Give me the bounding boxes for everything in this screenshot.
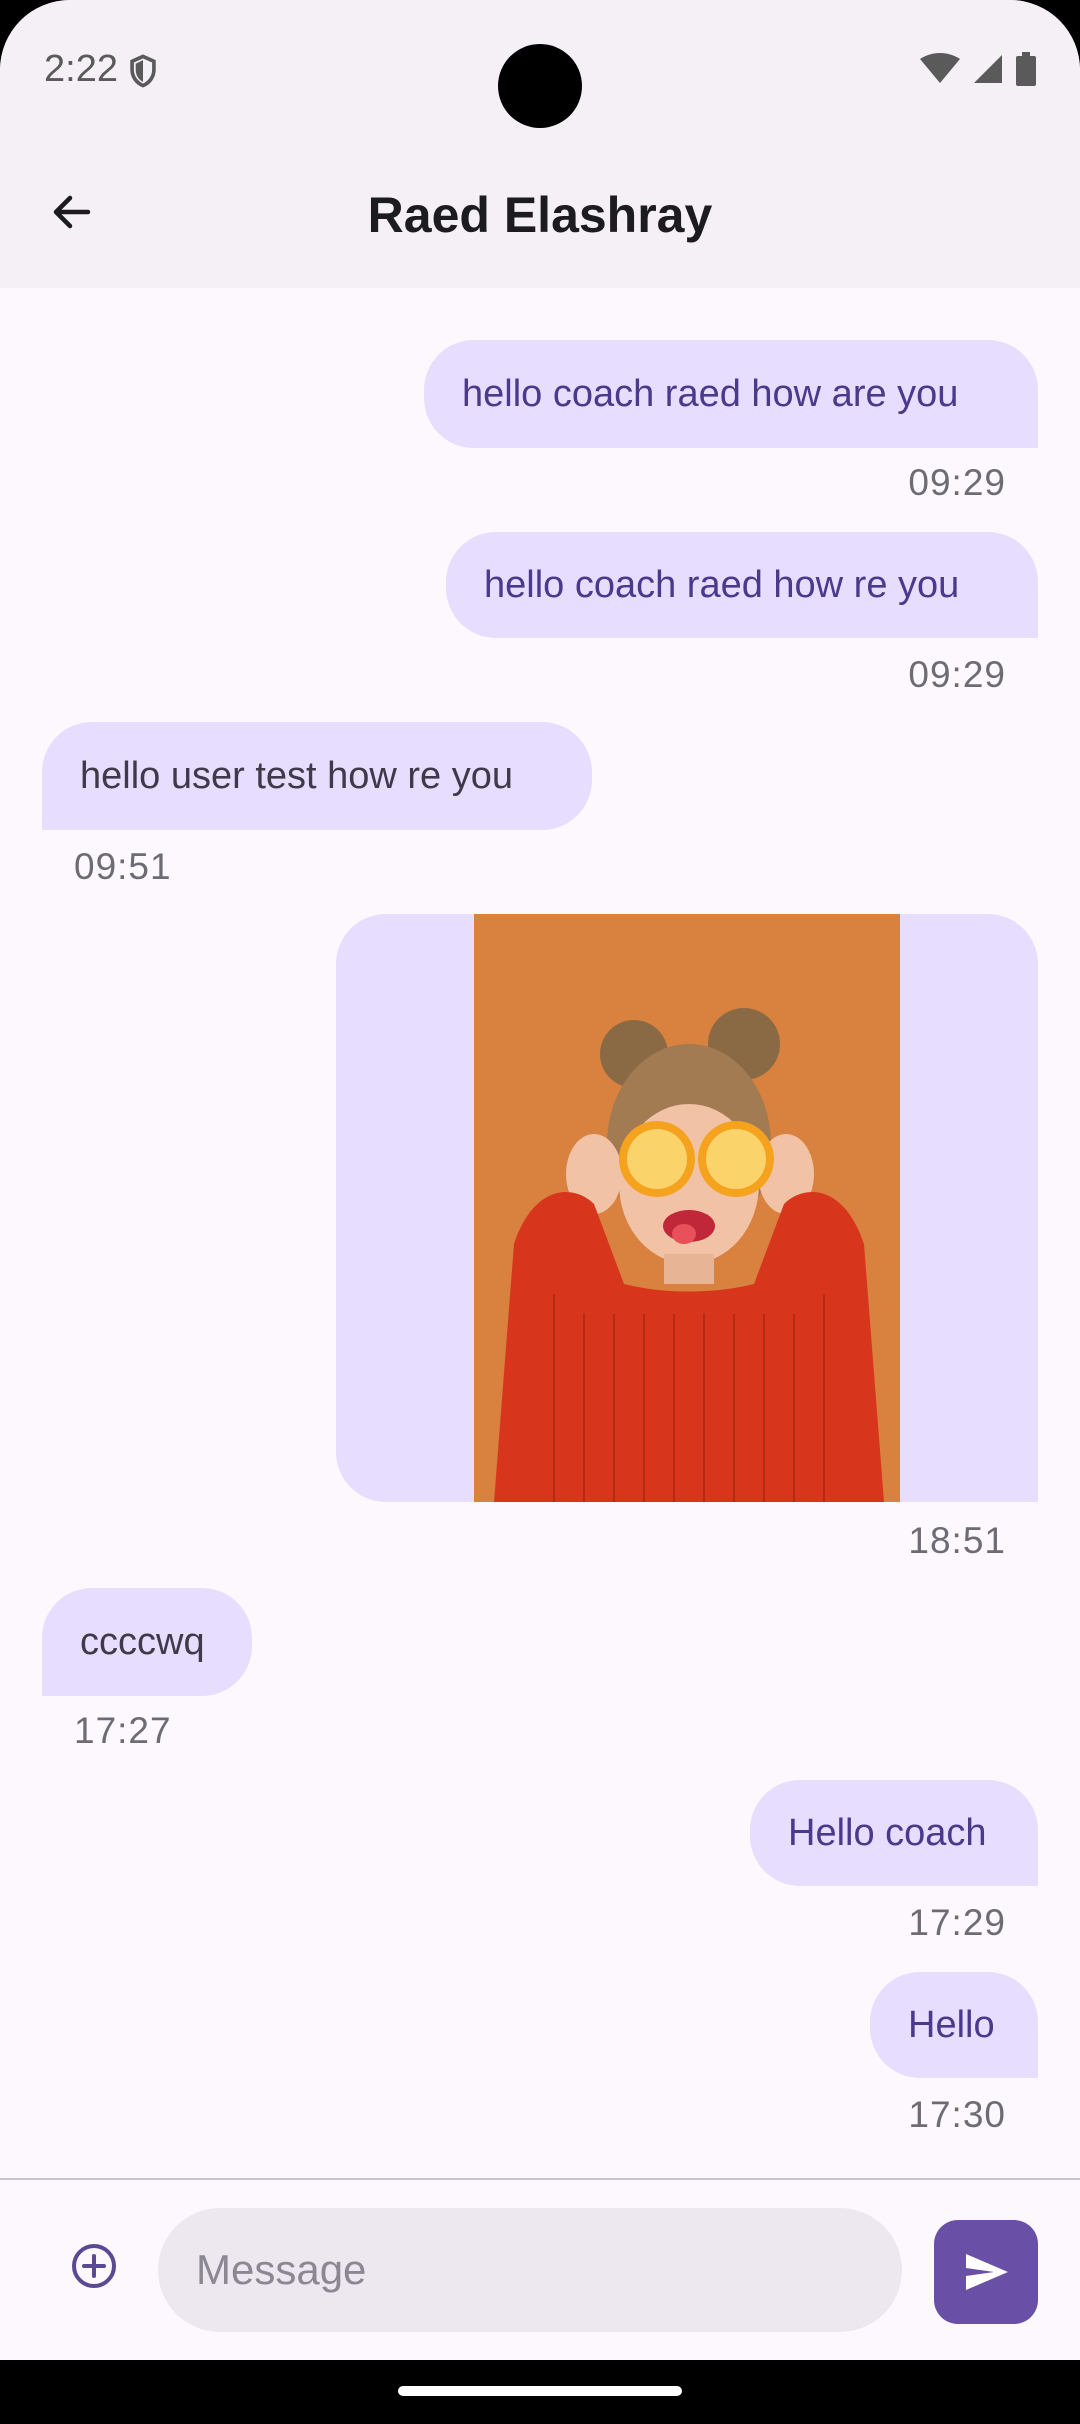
- chat-screen: 2:22 Raed Elashray hello coach raed how …: [0, 0, 1080, 2360]
- message-text: Hello: [908, 2003, 995, 2046]
- message-time: 18:51: [908, 1520, 1006, 1561]
- app-bar: 2:22 Raed Elashray: [0, 0, 1080, 288]
- chat-title: Raed Elashray: [367, 187, 713, 243]
- message-text: hello coach raed how re you: [484, 563, 960, 606]
- photo-image[interactable]: [474, 914, 900, 1502]
- message-text: hello user test how re you: [80, 754, 514, 797]
- message-time: 09:29: [908, 462, 1006, 503]
- message-bubble-out[interactable]: hello coach raed how are you: [424, 340, 1038, 448]
- message-text: ccccwq: [80, 1620, 205, 1663]
- message-text: hello coach raed how are you: [462, 372, 959, 415]
- message-text: Hello coach: [788, 1811, 987, 1854]
- message-bubble-in[interactable]: ccccwq: [42, 1588, 252, 1696]
- add-circle-icon: [72, 2244, 116, 2288]
- message-bubble-out[interactable]: hello coach raed how re you: [446, 532, 1038, 638]
- signal-icon: [972, 53, 1004, 90]
- message-time: 17:30: [908, 2094, 1006, 2135]
- message-time: 17:27: [74, 1710, 172, 1751]
- attach-button[interactable]: [68, 2240, 120, 2292]
- message-input[interactable]: [158, 2208, 902, 2332]
- message-time: 17:29: [908, 1902, 1006, 1943]
- message-time: 09:51: [74, 846, 172, 887]
- shield-icon: [128, 54, 158, 93]
- battery-icon: [1016, 52, 1036, 91]
- composer-divider: [0, 2178, 1080, 2180]
- image-message-bubble[interactable]: [336, 914, 1038, 1502]
- status-icons: [920, 52, 1036, 91]
- message-bubble-in[interactable]: hello user test how re you: [42, 722, 592, 830]
- send-button[interactable]: [934, 2220, 1038, 2324]
- message-bubble-out[interactable]: Hello coach: [750, 1780, 1038, 1886]
- message-bubble-out[interactable]: Hello: [870, 1972, 1038, 2078]
- status-time: 2:22: [44, 48, 118, 90]
- camera-cutout: [498, 44, 582, 128]
- wifi-icon: [920, 53, 960, 90]
- send-icon: [966, 2254, 1008, 2290]
- home-indicator[interactable]: [398, 2386, 682, 2396]
- message-time: 09:29: [908, 654, 1006, 695]
